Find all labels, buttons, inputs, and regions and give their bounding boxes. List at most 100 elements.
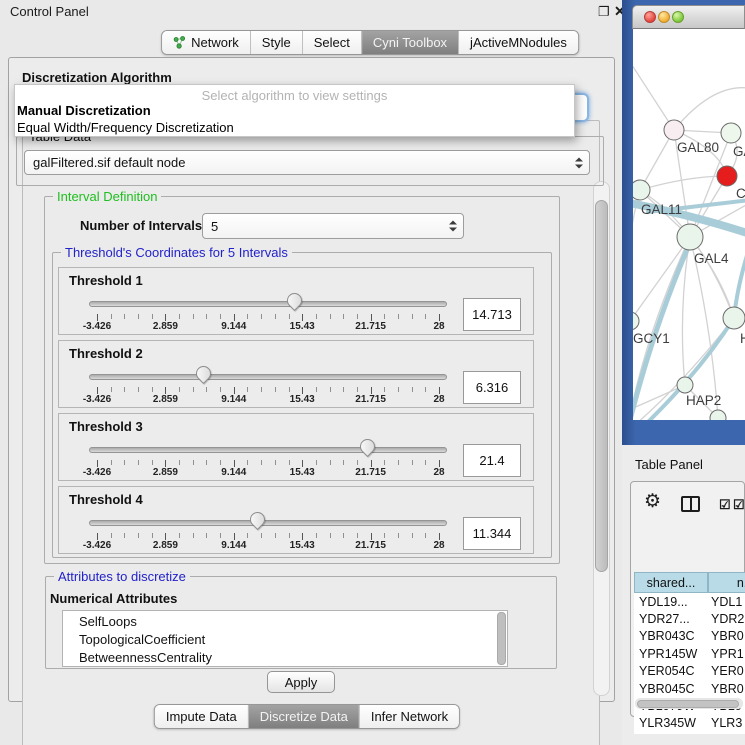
tick-label: 9.144: [221, 321, 246, 332]
tick-mark: [302, 460, 303, 467]
table-row[interactable]: YIL052CYIL0: [634, 732, 745, 734]
app-root: Control Panel ❐ ✕ NetworkStyleSelectCyni…: [0, 0, 745, 745]
tab-discretize-data[interactable]: Discretize Data: [249, 705, 360, 728]
tick-mark: [384, 314, 385, 319]
column-header-name[interactable]: n...: [708, 572, 745, 593]
table-row[interactable]: YDR27...YDR2: [634, 610, 745, 627]
table-data-combobox[interactable]: galFiltered.sif default node: [24, 150, 590, 175]
network-canvas[interactable]: [633, 29, 745, 420]
spinner-icon: [575, 157, 583, 168]
tick-mark: [138, 387, 139, 392]
tab-impute-data[interactable]: Impute Data: [155, 705, 249, 728]
checkbox-icon[interactable]: ☑: [719, 497, 731, 513]
list-item[interactable]: TopologicalCoefficient: [79, 631, 507, 649]
threshold-label: Threshold 1: [69, 273, 143, 288]
tick-mark: [398, 387, 399, 392]
threshold-row: Threshold 1-3.4262.8599.14415.4321.71528…: [58, 267, 534, 335]
panel-scrollbar[interactable]: [593, 181, 610, 696]
cell-name: YBR0: [706, 682, 745, 696]
threshold-row: Threshold 4-3.4262.8599.14415.4321.71528…: [58, 486, 534, 554]
tick-mark: [343, 533, 344, 538]
control-panel: Control Panel ❐ ✕ NetworkStyleSelectCyni…: [0, 0, 622, 745]
table-row[interactable]: YBR045CYBR0: [634, 680, 745, 697]
table-hscrollbar-thumb[interactable]: [637, 700, 739, 708]
apply-button[interactable]: Apply: [267, 671, 335, 693]
tick-mark: [179, 460, 180, 465]
column-header-shared-name[interactable]: shared...: [634, 572, 708, 593]
tab-cyni-toolbox[interactable]: Cyni Toolbox: [362, 31, 459, 54]
tick-mark: [343, 314, 344, 319]
network-window-titlebar[interactable]: [632, 5, 745, 29]
tick-mark: [412, 460, 413, 465]
bottom-tab-bar: Impute DataDiscretize DataInfer Network: [154, 704, 460, 729]
tick-mark: [179, 533, 180, 538]
tab-jactivemnodules[interactable]: jActiveMNodules: [459, 31, 578, 54]
tick-mark: [357, 533, 358, 538]
table-row[interactable]: YBR043CYBR0: [634, 628, 745, 645]
checkbox-icon[interactable]: ☑: [733, 497, 745, 513]
cell-name: YDR2: [706, 612, 745, 626]
cell-shared-name: YBR043C: [634, 629, 706, 643]
dropdown-option-manual[interactable]: Manual Discretization: [15, 103, 574, 120]
tick-mark: [330, 314, 331, 319]
minimize-traffic-light-icon[interactable]: [658, 11, 670, 23]
cell-shared-name: YBR045C: [634, 682, 706, 696]
close-traffic-light-icon[interactable]: [644, 11, 656, 23]
slider-track[interactable]: [89, 374, 447, 380]
slider-thumb[interactable]: [247, 509, 268, 530]
tab-select[interactable]: Select: [303, 31, 362, 54]
gear-icon[interactable]: ⚙: [644, 492, 661, 511]
attributes-scrollbar[interactable]: [497, 612, 506, 665]
cell-name: YLR3: [706, 716, 745, 730]
dropdown-option-equal-width[interactable]: Equal Width/Frequency Discretization: [15, 120, 574, 137]
tick-mark: [97, 533, 98, 540]
table-panel: ⚙ ☑ ☑ shared... n... YDL19...YDL1YDR27..…: [630, 481, 745, 717]
tick-mark: [193, 314, 194, 319]
threshold-value-field[interactable]: 6.316: [463, 371, 521, 404]
tick-mark: [275, 387, 276, 392]
float-icon[interactable]: ❐: [598, 4, 610, 20]
tick-label: -3.426: [83, 394, 111, 405]
tick-mark: [152, 387, 153, 392]
threshold-value-field[interactable]: 14.713: [463, 298, 521, 331]
slider-track[interactable]: [89, 447, 447, 453]
table-row[interactable]: YLR345WYLR3: [634, 715, 745, 732]
tick-mark: [124, 533, 125, 538]
tab-style[interactable]: Style: [251, 31, 303, 54]
slider-thumb[interactable]: [357, 436, 378, 457]
slider-track[interactable]: [89, 520, 447, 526]
tick-mark: [289, 460, 290, 465]
list-item[interactable]: SelfLoops: [79, 613, 507, 631]
slider-thumb[interactable]: [192, 363, 213, 384]
tick-mark: [179, 387, 180, 392]
panel-scrollbar-thumb[interactable]: [595, 200, 608, 572]
threshold-value-field[interactable]: 11.344: [463, 517, 521, 550]
zoom-traffic-light-icon[interactable]: [672, 11, 684, 23]
tick-mark: [398, 314, 399, 319]
table-row[interactable]: YDL19...YDL1: [634, 593, 745, 610]
table-row[interactable]: YPR145WYPR1: [634, 645, 745, 662]
tick-mark: [165, 533, 166, 540]
table-row[interactable]: YER054CYER0: [634, 663, 745, 680]
tick-mark: [220, 387, 221, 392]
tick-mark: [289, 314, 290, 319]
slider-thumb[interactable]: [284, 290, 305, 311]
threshold-value-field[interactable]: 21.4: [463, 444, 521, 477]
spinner-icon: [449, 221, 457, 232]
tick-mark: [247, 533, 248, 538]
cell-name: YDL1: [706, 595, 745, 609]
num-intervals-combobox[interactable]: 5: [202, 213, 464, 239]
tick-mark: [247, 387, 248, 392]
tick-mark: [439, 387, 440, 394]
tick-mark: [398, 533, 399, 538]
slider-track[interactable]: [89, 301, 447, 307]
columns-icon[interactable]: [681, 496, 700, 512]
tab-network[interactable]: Network: [162, 31, 251, 54]
tick-label: 21.715: [355, 321, 386, 332]
numerical-attributes-label: Numerical Attributes: [50, 591, 177, 606]
list-item[interactable]: BetweennessCentrality: [79, 649, 507, 667]
tab-infer-network[interactable]: Infer Network: [360, 705, 459, 728]
tick-mark: [111, 314, 112, 319]
threshold-row: Threshold 2-3.4262.8599.14415.4321.71528…: [58, 340, 534, 408]
table-hscrollbar[interactable]: [635, 698, 743, 709]
